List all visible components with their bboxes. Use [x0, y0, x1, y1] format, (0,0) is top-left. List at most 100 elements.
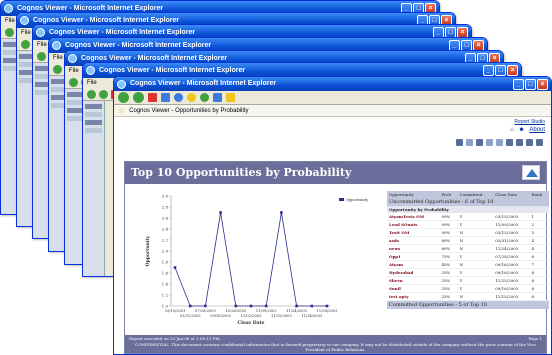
table-cell[interactable]: Sunil: [387, 284, 440, 293]
maximize-button[interactable]: □: [495, 65, 506, 76]
table-cell[interactable]: Testt OM: [387, 228, 440, 237]
page-number: Page 1: [528, 336, 542, 341]
back-icon[interactable]: [53, 64, 62, 74]
menu-file[interactable]: File: [37, 42, 47, 48]
browser-toolbar: [114, 91, 551, 105]
menu-file[interactable]: File: [69, 68, 79, 74]
maximize-button[interactable]: □: [525, 79, 536, 90]
favorites-star-icon[interactable]: ☆: [118, 105, 125, 117]
x-tick-label: 03/15/2003: [165, 309, 186, 313]
user-icon[interactable]: ☻: [518, 127, 524, 133]
table-cell: 11/24/2003: [493, 244, 530, 253]
menu-file[interactable]: File: [87, 80, 97, 86]
column-header[interactable]: Prob: [439, 191, 458, 198]
forward-icon[interactable]: [133, 92, 144, 103]
x-tick-label: 11/09/2003: [256, 309, 277, 313]
table-cell[interactable]: AtyamTesta OM: [387, 213, 440, 221]
save-icon[interactable]: [456, 138, 463, 146]
y-tick-label: 1.8: [162, 260, 169, 265]
table-cell[interactable]: Hyderabad: [387, 268, 440, 277]
table-cell[interactable]: test opty: [387, 292, 440, 301]
minimize-button[interactable]: _: [513, 79, 524, 90]
table-cell: 03/31/2003: [493, 236, 530, 245]
x-tick-label: 11/15/2003: [271, 314, 292, 318]
tab-cognos-viewer[interactable]: Cognos Viewer - Opportunities by Probabi…: [129, 105, 248, 117]
table-cell[interactable]: asds: [387, 236, 440, 245]
view-format-icon[interactable]: [506, 138, 513, 146]
table-cell: 90%: [439, 228, 458, 237]
x-tick-label: 07/28/2003: [195, 309, 216, 313]
table-cell: 8: [529, 292, 549, 301]
table-cell: N: [457, 244, 494, 253]
back-icon[interactable]: [118, 92, 129, 103]
menu-file[interactable]: File: [21, 30, 31, 36]
table-cell: 6: [529, 252, 549, 261]
table-cell: 99%: [439, 220, 458, 229]
window-title: Cognos Viewer - Microsoft Internet Explo…: [49, 29, 196, 36]
table-cell[interactable]: Atyam: [387, 260, 440, 269]
report-body: 1.0 1.2 1.4 1.6 1.8 2.0 2.2 2.4 2.6 2.8 3.0 Opportu…: [125, 184, 549, 338]
cognos-links: Report Studio: [114, 117, 551, 127]
window-title: Cognos Viewer - Microsoft Internet Explo…: [17, 5, 164, 12]
x-tick-label: 09/16/2003: [210, 314, 231, 318]
table-cell[interactable]: Sheen: [387, 276, 440, 285]
about-link[interactable]: About: [529, 127, 545, 133]
group-header-row-label: Uncommitted Opportunities - 6 of Top 10: [387, 198, 549, 206]
keep-version-icon[interactable]: [516, 138, 523, 146]
menu-file[interactable]: File: [5, 18, 15, 24]
table-row: Testt OM 90% N 03/15/2003 3: [387, 228, 549, 237]
column-header[interactable]: Close Date: [493, 191, 530, 198]
column-header[interactable]: Rank: [529, 191, 549, 198]
table-row: test opty 25% N 11/15/2003 8: [387, 292, 549, 301]
front-browser-window[interactable]: Cognos Viewer - Microsoft Internet Explo…: [113, 76, 552, 355]
back-icon[interactable]: [5, 27, 14, 37]
home-icon[interactable]: [174, 93, 183, 102]
table-cell: 25%: [439, 276, 458, 285]
print-icon[interactable]: [466, 138, 473, 146]
table-cell: 8: [529, 268, 549, 277]
report-studio-link[interactable]: Report Studio: [514, 119, 545, 125]
column-header[interactable]: Committed: [457, 191, 494, 198]
window-titlebar[interactable]: Cognos Viewer - Microsoft Internet Explo…: [114, 77, 551, 91]
table-cell[interactable]: Lead SOunts: [387, 220, 440, 229]
table-cell: 03/15/2003: [493, 213, 530, 221]
table-cell: 4: [529, 236, 549, 245]
drill-up-icon[interactable]: [486, 138, 493, 146]
ie-icon: [20, 16, 29, 25]
table-cell[interactable]: news: [387, 244, 440, 253]
table-cell: 09/16/2003: [493, 260, 530, 269]
table-cell[interactable]: Opp1: [387, 252, 440, 261]
add-bookmark-icon[interactable]: [526, 138, 533, 146]
group-header-row: Uncommitted Opportunities - 6 of Top 10: [387, 198, 549, 206]
table-cell: 3: [529, 228, 549, 237]
history-icon[interactable]: [200, 93, 209, 102]
back-icon[interactable]: [21, 39, 30, 49]
x-tick-label: 03/31/2003: [180, 314, 201, 318]
table-cell: 1: [529, 213, 549, 221]
mail-icon[interactable]: [213, 93, 222, 102]
back-icon[interactable]: [37, 51, 46, 61]
back-icon[interactable]: [69, 77, 78, 87]
column-header[interactable]: Opportunity: [387, 191, 440, 198]
home-icon[interactable]: ⌂: [510, 127, 514, 133]
table-row: asds 80% N 03/31/2003 4: [387, 236, 549, 245]
forward-icon[interactable]: [99, 89, 108, 99]
refresh-icon[interactable]: [161, 93, 170, 102]
opportunity-chart: 1.0 1.2 1.4 1.6 1.8 2.0 2.2 2.4 2.6 2.8 3.0 Opportu…: [141, 190, 381, 338]
favorites-icon[interactable]: [187, 93, 196, 102]
print-icon[interactable]: [226, 93, 235, 102]
back-icon[interactable]: [87, 89, 96, 99]
chart-type-icon[interactable]: [536, 138, 543, 146]
table-cell: 03/15/2003: [493, 228, 530, 237]
minimize-button[interactable]: _: [483, 65, 494, 76]
menu-file[interactable]: File: [53, 55, 63, 61]
run-icon[interactable]: [476, 138, 483, 146]
table-cell: 2: [529, 220, 549, 229]
stop-icon[interactable]: [148, 93, 157, 102]
drill-down-icon[interactable]: [496, 138, 503, 146]
table-cell: Y: [457, 220, 494, 229]
close-button[interactable]: ×: [537, 79, 548, 90]
y-tick-label: 1.0: [162, 304, 169, 309]
close-button[interactable]: ×: [507, 65, 518, 76]
y-tick-label: 1.2: [162, 293, 169, 298]
